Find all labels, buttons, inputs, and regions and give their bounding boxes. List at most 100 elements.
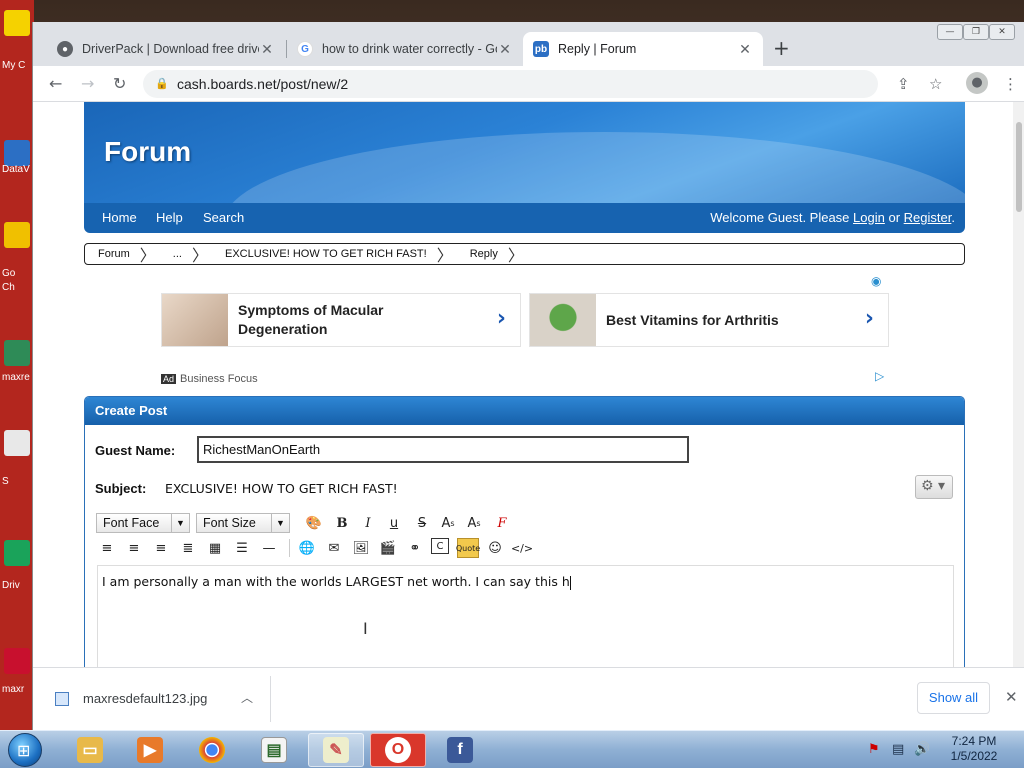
font-face-select[interactable]: Font Face ▼ [96,513,190,533]
breadcrumb-thread[interactable]: EXCLUSIVE! HOW TO GET RICH FAST! 〉 [212,244,457,265]
adchoices-icon[interactable]: ▷ [875,369,884,383]
tab-reply-forum[interactable]: pb Reply | Forum ✕ [523,32,763,66]
align-center-icon[interactable]: ≡ [123,538,145,558]
taskbar-opera[interactable]: O [370,733,426,767]
ad-card[interactable]: Best Vitamins for Arthritis › [529,293,889,347]
italic-icon[interactable]: I [357,513,379,533]
system-clock[interactable]: 7:24 PM 1/5/2022 [944,734,1004,764]
ad-card[interactable]: Symptoms of Macular Degeneration › [161,293,521,347]
address-bar[interactable]: 🔒 cash.boards.net/post/new/2 [143,70,878,98]
forward-arrow-icon[interactable]: → [81,74,94,93]
taskbar-paint[interactable]: ✎ [308,733,364,767]
bullet-list-icon[interactable]: ☰ [231,538,253,558]
nav-help-link[interactable]: Help [156,210,183,225]
horizontal-rule-icon[interactable]: — [258,538,280,558]
bookmark-star-icon[interactable]: ☆ [929,75,942,93]
chrome-shortcut-icon[interactable] [4,222,30,248]
page-content: Forum Home Help Search Welcome Guest. Pl… [33,102,1024,667]
settings-gear-icon[interactable]: ⚙ ▾ [915,475,953,499]
close-tab-icon[interactable]: ✕ [737,41,753,58]
subscript-icon[interactable]: As [463,513,485,533]
login-link[interactable]: Login [853,210,885,225]
network-warning-icon[interactable]: ⚑ [868,742,880,757]
strikethrough-icon[interactable]: S [411,513,433,533]
insert-email-icon[interactable]: ✉ [323,538,345,558]
reload-icon[interactable]: ↻ [113,74,126,93]
share-icon[interactable]: ⇪ [897,75,910,93]
insert-code-icon[interactable]: C [431,538,449,554]
chevron-right-icon[interactable]: › [497,306,506,331]
bold-icon[interactable]: B [331,513,353,533]
forum-title[interactable]: Forum [104,136,191,168]
ad-attribution[interactable]: Ad Business Focus [161,373,258,385]
post-body-editor[interactable]: I am personally a man with the worlds LA… [97,565,954,667]
align-right-icon[interactable]: ≡ [150,538,172,558]
ad-headline[interactable]: Symptoms of Macular Degeneration [238,301,438,339]
insert-image-icon[interactable]: 🖼 [350,538,372,558]
maximize-icon[interactable]: ❐ [963,24,989,40]
back-arrow-icon[interactable]: ← [49,74,62,93]
font-size-select[interactable]: Font Size ▼ [196,513,290,533]
superscript-icon[interactable]: As [437,513,459,533]
ad-headline[interactable]: Best Vitamins for Arthritis [606,311,846,330]
driverpack-icon[interactable] [4,540,30,566]
ad-choices-eye-icon[interactable]: ◉ [871,274,881,288]
scrollbar-thumb[interactable] [1016,122,1022,212]
breadcrumb-ellipsis[interactable]: ... 〉 [160,244,212,265]
tab-google-search[interactable]: G how to drink water correctly - Go ✕ [287,32,523,66]
volume-icon[interactable]: 🔊 [914,742,930,757]
breadcrumb-forum[interactable]: Forum 〉 [85,244,160,265]
nav-home-link[interactable]: Home [102,210,137,225]
chevron-right-icon[interactable]: › [865,306,874,331]
vertical-scrollbar[interactable] [1013,102,1024,667]
url-text[interactable]: cash.boards.net/post/new/2 [177,76,348,92]
network-icon[interactable]: ▤ [892,742,904,757]
lock-icon[interactable]: 🔒 [155,77,169,90]
shortcut-icon[interactable] [4,140,30,166]
file-icon[interactable] [4,430,30,456]
menu-kebab-icon[interactable]: ⋮ [1003,75,1018,93]
taskbar-media-player[interactable]: ▶ [122,733,178,767]
color-picker-icon[interactable]: 🎨 [303,513,325,533]
register-link[interactable]: Register [904,210,952,225]
font-size-label: Font Size [203,516,256,530]
subject-value[interactable]: EXCLUSIVE! HOW TO GET RICH FAST! [165,481,398,496]
opera-icon: O [385,737,411,763]
taskbar-facebook[interactable]: f [432,733,488,767]
computer-icon[interactable] [4,10,30,36]
insert-video-icon[interactable]: 🎬 [377,538,399,558]
insert-quote-icon[interactable]: Quote [456,538,480,558]
table-icon[interactable]: ▦ [204,538,226,558]
image-file-icon[interactable] [4,648,30,674]
image-file-icon[interactable] [4,340,30,366]
download-filename[interactable]: maxresdefault123.jpg [83,691,207,706]
guest-name-input[interactable]: RichestManOnEarth [197,436,689,463]
close-icon[interactable]: ✕ [1005,688,1018,706]
smiley-icon[interactable]: ☺ [484,538,506,558]
profile-avatar-icon[interactable]: ● [966,72,988,94]
toolbar-divider [289,539,290,557]
insert-link-icon[interactable]: 🌐 [296,538,318,558]
taskbar-explorer[interactable]: ▭ [62,733,118,767]
taskbar-chrome[interactable] [184,733,240,767]
chevron-up-icon[interactable]: ︿ [241,689,253,706]
close-window-icon[interactable]: ✕ [989,24,1015,40]
taskbar-notepad[interactable]: ▤ [246,733,302,767]
align-left-icon[interactable]: ≡ [96,538,118,558]
nav-search-link[interactable]: Search [203,210,244,225]
show-all-button[interactable]: Show all [917,682,990,714]
source-code-icon[interactable]: </> [511,538,533,558]
tab-driverpack[interactable]: ● DriverPack | Download free drive ✕ [47,32,285,66]
remove-format-icon[interactable]: F [491,513,513,533]
ad-badge: Ad [161,374,177,384]
close-tab-icon[interactable]: ✕ [497,41,513,58]
close-tab-icon[interactable]: ✕ [259,41,275,58]
minimize-icon[interactable]: — [937,24,963,40]
new-tab-plus-icon[interactable]: + [773,36,790,60]
start-button[interactable]: ⊞ [8,733,42,767]
ad-source[interactable]: Business Focus [180,373,258,385]
desktop-label: Driv [2,580,20,591]
insert-attachment-icon[interactable]: ⚭ [404,538,426,558]
justify-icon[interactable]: ≣ [177,538,199,558]
underline-icon[interactable]: u [383,513,405,533]
